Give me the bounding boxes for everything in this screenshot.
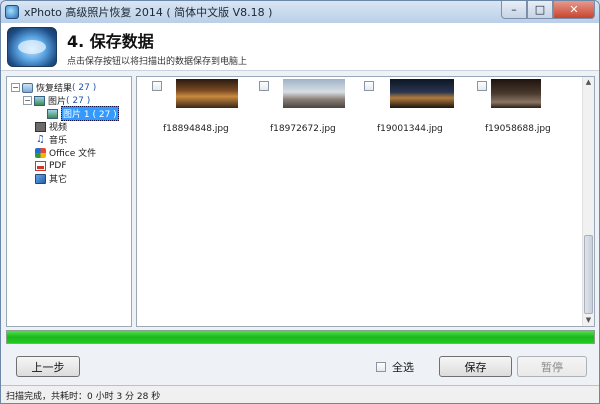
pdf-icon xyxy=(35,160,46,171)
status-text: 扫描完成，共耗时：0 小时 3 分 28 秒 xyxy=(6,392,161,402)
video-icon xyxy=(35,121,46,132)
photo-thumbnail[interactable] xyxy=(491,79,541,108)
other-files-icon xyxy=(35,173,46,184)
pause-button[interactable]: 暂停 xyxy=(517,356,587,377)
xphoto-logo-icon xyxy=(7,27,57,67)
step-description: 点击保存按钮以将扫描出的数据保存到电脑上 xyxy=(67,57,248,67)
file-item[interactable]: f18972672.jpg xyxy=(259,77,359,137)
window-controls: – □ ✕ xyxy=(501,1,595,19)
tree-item-images-1[interactable]: 图片 1 ( 27 ) xyxy=(47,106,119,121)
image-icon xyxy=(47,108,58,119)
file-checkbox[interactable] xyxy=(152,81,162,91)
tree-item-pdf[interactable]: PDF xyxy=(35,159,67,172)
tree-label: 视频 xyxy=(49,123,68,133)
select-all-checkbox[interactable] xyxy=(376,362,386,372)
file-name: f19058688.jpg xyxy=(485,124,551,134)
collapse-icon[interactable]: − xyxy=(23,96,32,105)
photo-thumbnail[interactable] xyxy=(390,79,454,108)
scroll-up-icon[interactable]: ▲ xyxy=(583,77,594,88)
minimize-button[interactable]: – xyxy=(501,1,527,19)
app-window: xPhoto 高级照片恢复 2014 ( 简体中文版 V8.18 ) – □ ✕… xyxy=(0,0,600,404)
tree-count: ( 27 ) xyxy=(72,82,97,93)
status-bar: 扫描完成，共耗时：0 小时 3 分 28 秒 xyxy=(1,385,599,403)
close-button[interactable]: ✕ xyxy=(553,1,595,19)
tree-item-music[interactable]: ♫ 音乐 xyxy=(35,133,67,146)
file-checkbox[interactable] xyxy=(477,81,487,91)
tree-label: 恢复结果 xyxy=(36,84,73,94)
file-item[interactable]: f19001344.jpg xyxy=(364,77,464,137)
computer-icon xyxy=(22,82,33,93)
tree-label: 其它 xyxy=(49,175,68,185)
file-name: f19001344.jpg xyxy=(377,124,443,134)
progress-fill xyxy=(7,331,594,343)
image-folder-icon xyxy=(34,95,45,106)
scrollbar-thumb[interactable] xyxy=(584,235,593,314)
file-checkbox[interactable] xyxy=(259,81,269,91)
tree-selected-label: 图片 1 ( 27 ) xyxy=(61,106,119,121)
maximize-button[interactable]: □ xyxy=(527,1,553,19)
music-note-icon: ♫ xyxy=(36,133,45,145)
window-title: xPhoto 高级照片恢复 2014 ( 简体中文版 V8.18 ) xyxy=(24,6,273,19)
tree-label: Office 文件 xyxy=(49,149,97,159)
file-thumbnail-grid[interactable]: f18894848.jpg f18972672.jpg f19001344.jp… xyxy=(136,76,595,327)
select-all-toggle[interactable]: 全选 xyxy=(376,359,414,375)
file-item[interactable]: f19058688.jpg xyxy=(477,77,577,137)
collapse-icon[interactable]: − xyxy=(11,83,20,92)
prev-button[interactable]: 上一步 xyxy=(16,356,80,377)
vertical-scrollbar[interactable]: ▲ ▼ xyxy=(582,77,594,326)
tree-count: ( 27 ) xyxy=(66,95,91,106)
file-name: f18894848.jpg xyxy=(163,124,229,134)
app-icon xyxy=(5,5,19,19)
file-name: f18972672.jpg xyxy=(270,124,336,134)
photo-thumbnail[interactable] xyxy=(176,79,238,108)
select-all-label: 全选 xyxy=(392,361,414,374)
scroll-down-icon[interactable]: ▼ xyxy=(583,315,594,326)
category-tree[interactable]: − 恢复结果 ( 27 ) − 图片 ( 27 ) 图片 1 ( 27 ) 视频… xyxy=(6,76,132,327)
file-checkbox[interactable] xyxy=(364,81,374,91)
tree-item-office[interactable]: Office 文件 xyxy=(35,146,96,159)
tree-item-results[interactable]: − 恢复结果 ( 27 ) xyxy=(11,81,96,94)
scan-progress-bar xyxy=(6,330,595,344)
tree-label: 音乐 xyxy=(49,136,68,146)
title-bar[interactable]: xPhoto 高级照片恢复 2014 ( 简体中文版 V8.18 ) – □ ✕ xyxy=(1,1,599,23)
photo-thumbnail[interactable] xyxy=(283,79,345,108)
wizard-header: 4. 保存数据 点击保存按钮以将扫描出的数据保存到电脑上 xyxy=(1,23,599,71)
step-title: 4. 保存数据 xyxy=(67,32,154,51)
tree-label: PDF xyxy=(49,160,67,171)
tree-item-video[interactable]: 视频 xyxy=(35,120,67,133)
save-button[interactable]: 保存 xyxy=(439,356,512,377)
file-item[interactable]: f18894848.jpg xyxy=(152,77,252,137)
tree-item-other[interactable]: 其它 xyxy=(35,172,67,185)
office-icon xyxy=(35,147,46,158)
